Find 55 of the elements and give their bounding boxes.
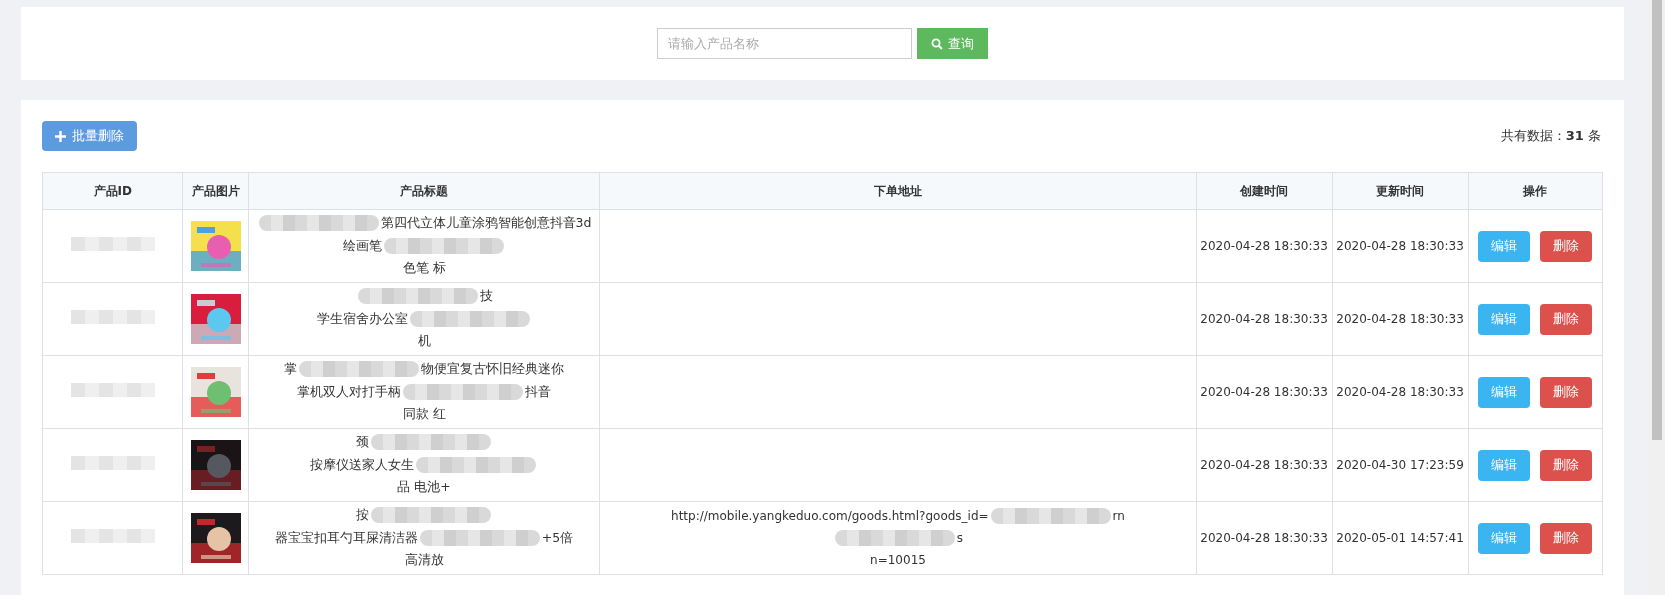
edit-button[interactable]: 编辑 — [1478, 376, 1531, 408]
search-button[interactable]: 查询 — [917, 28, 988, 59]
product-title: 机 — [417, 332, 431, 351]
table-cell: 2020-04-28 18:30:33 — [1332, 209, 1469, 283]
product-title: 第四代立体儿童涂鸦智能创意抖音3d — [380, 213, 592, 232]
table-cell: 2020-05-01 14:57:41 — [1332, 501, 1469, 575]
table-cell: 2020-04-28 18:30:33 — [1332, 282, 1469, 356]
product-title: 色笔 标 — [402, 259, 446, 278]
column-header: 创建时间 — [1196, 172, 1333, 210]
delete-button[interactable]: 删除 — [1540, 230, 1593, 262]
product-title: 同款 红 — [402, 405, 446, 424]
table-cell: 2020-04-30 17:23:59 — [1332, 428, 1469, 502]
product-title: 学生宿舍办公室 — [316, 309, 408, 328]
edit-button[interactable]: 编辑 — [1478, 230, 1531, 262]
product-title: 颈 — [355, 432, 369, 451]
order-url: n=10015 — [870, 552, 926, 569]
product-title: 高清放 — [404, 551, 444, 570]
delete-button[interactable]: 删除 — [1540, 522, 1593, 554]
delete-button[interactable]: 删除 — [1540, 303, 1593, 335]
column-header: 操作 — [1468, 172, 1603, 210]
product-title: 技 — [479, 286, 493, 305]
product-title: 掌机双人对打手柄 — [297, 382, 401, 401]
column-header: 更新时间 — [1332, 172, 1469, 210]
table-cell: 2020-04-28 18:30:33 — [1196, 428, 1333, 502]
product-title: 按 — [355, 505, 369, 524]
product-title: +5倍 — [541, 528, 574, 547]
table-cell: 2020-04-28 18:30:33 — [1196, 282, 1333, 356]
order-url: rn — [1112, 508, 1125, 525]
table-cell: 2020-04-28 18:30:33 — [1196, 355, 1333, 429]
search-field[interactable]: 请输入产品名称 — [657, 28, 912, 59]
column-header: 下单地址 — [599, 172, 1197, 210]
product-title: 器宝宝扣耳勺耳屎清洁器 — [274, 528, 418, 547]
order-url: s — [956, 530, 964, 547]
table-cell: 2020-04-28 18:30:33 — [1196, 501, 1333, 575]
column-header: 产品图片 — [183, 172, 249, 210]
column-header: 产品ID — [42, 172, 183, 210]
product-title: 物便宜复古怀旧经典迷你 — [421, 359, 564, 378]
product-title: 抖音 — [525, 382, 551, 401]
plus-icon — [55, 130, 66, 142]
product-title: 按摩仪送家人女生 — [310, 455, 414, 474]
total-count: 共有数据：31 条 — [1500, 127, 1602, 146]
batch-delete-button[interactable]: 批量删除 — [42, 121, 137, 151]
edit-button[interactable]: 编辑 — [1478, 522, 1531, 554]
product-title: 掌 — [284, 359, 297, 378]
product-title: 品 电池+ — [397, 478, 451, 497]
order-url: http://mobile.yangkeduo.com/goods.html?goods_id= — [671, 508, 989, 525]
table-cell: 2020-04-28 18:30:33 — [1196, 209, 1333, 283]
product-title: 绘画笔 — [342, 236, 382, 255]
delete-button[interactable]: 删除 — [1540, 449, 1593, 481]
delete-button[interactable]: 删除 — [1540, 376, 1593, 408]
edit-button[interactable]: 编辑 — [1478, 303, 1531, 335]
table-cell: 2020-04-28 18:30:33 — [1332, 355, 1469, 429]
edit-button[interactable]: 编辑 — [1478, 449, 1531, 481]
column-header: 产品标题 — [248, 172, 600, 210]
search-icon — [931, 37, 943, 50]
